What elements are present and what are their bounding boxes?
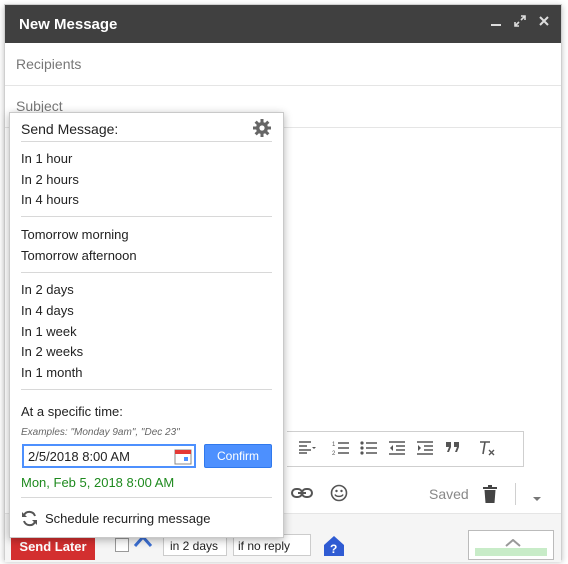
numbered-list-icon[interactable]: 12 [331,440,351,458]
option-in-2-weeks[interactable]: In 2 weeks [21,344,83,359]
option-in-4-hours[interactable]: In 4 hours [21,192,79,207]
compose-title: New Message [19,16,118,33]
trash-icon[interactable] [483,485,497,508]
menu-divider [21,389,272,390]
option-in-2-days[interactable]: In 2 days [21,282,74,297]
svg-text:?: ? [330,542,337,556]
help-icon[interactable]: ? [323,535,345,562]
reminder-checkbox[interactable] [115,538,129,552]
confirm-label: Confirm [216,449,259,463]
recipients-field[interactable]: Recipients [5,43,561,86]
progress-strip [475,548,547,556]
insert-link-icon[interactable] [291,485,313,506]
delay-value: in 2 days [170,539,219,553]
option-in-4-days[interactable]: In 4 days [21,303,74,318]
remove-formatting-icon[interactable] [477,440,497,458]
menu-divider [21,216,272,217]
send-later-menu: Send Message: In 1 hour In 2 hours In 4 … [9,112,284,538]
emoji-icon[interactable] [330,484,348,507]
indent-more-icon[interactable] [415,440,435,458]
option-in-1-month[interactable]: In 1 month [21,365,82,380]
compose-titlebar[interactable]: New Message [5,5,561,43]
menu-header: Send Message: [21,121,119,137]
align-icon[interactable] [297,440,317,458]
menu-divider [21,497,272,498]
option-in-2-hours[interactable]: In 2 hours [21,172,79,187]
toolbar-divider [515,483,516,505]
examples-hint: Examples: "Monday 9am", "Dec 23" [21,427,180,438]
expand-icon[interactable] [511,14,529,32]
recurring-label: Schedule recurring message [45,511,211,526]
send-later-label: Send Later [19,539,87,554]
formatting-toolbar: 12 [287,431,524,467]
more-options-icon[interactable] [532,489,542,507]
option-in-1-week[interactable]: In 1 week [21,324,77,339]
expand-panel-button[interactable] [468,530,554,560]
parsed-datetime: Mon, Feb 5, 2018 8:00 AM [21,475,175,490]
quote-icon[interactable] [443,440,463,458]
menu-divider [21,272,272,273]
datetime-value: 2/5/2018 8:00 AM [28,449,130,464]
bulleted-list-icon[interactable] [359,440,379,458]
calendar-icon[interactable] [174,448,192,468]
refresh-icon [21,510,38,532]
recipients-placeholder: Recipients [16,56,82,72]
minimize-icon[interactable] [487,14,505,32]
schedule-recurring-button[interactable]: Schedule recurring message [21,509,271,529]
svg-text:1: 1 [332,442,336,448]
option-tomorrow-morning[interactable]: Tomorrow morning [21,227,129,242]
option-in-1-hour[interactable]: In 1 hour [21,151,72,166]
close-icon[interactable] [535,14,553,32]
menu-divider [21,141,272,142]
gear-icon[interactable] [253,119,271,142]
specific-time-label: At a specific time: [21,404,123,419]
confirm-button[interactable]: Confirm [204,444,272,468]
option-tomorrow-afternoon[interactable]: Tomorrow afternoon [21,248,137,263]
reply-condition-value: if no reply [238,539,291,553]
indent-less-icon[interactable] [387,440,407,458]
saved-status: Saved [429,486,469,502]
svg-text:2: 2 [332,451,336,456]
datetime-input[interactable]: 2/5/2018 8:00 AM [22,444,196,468]
